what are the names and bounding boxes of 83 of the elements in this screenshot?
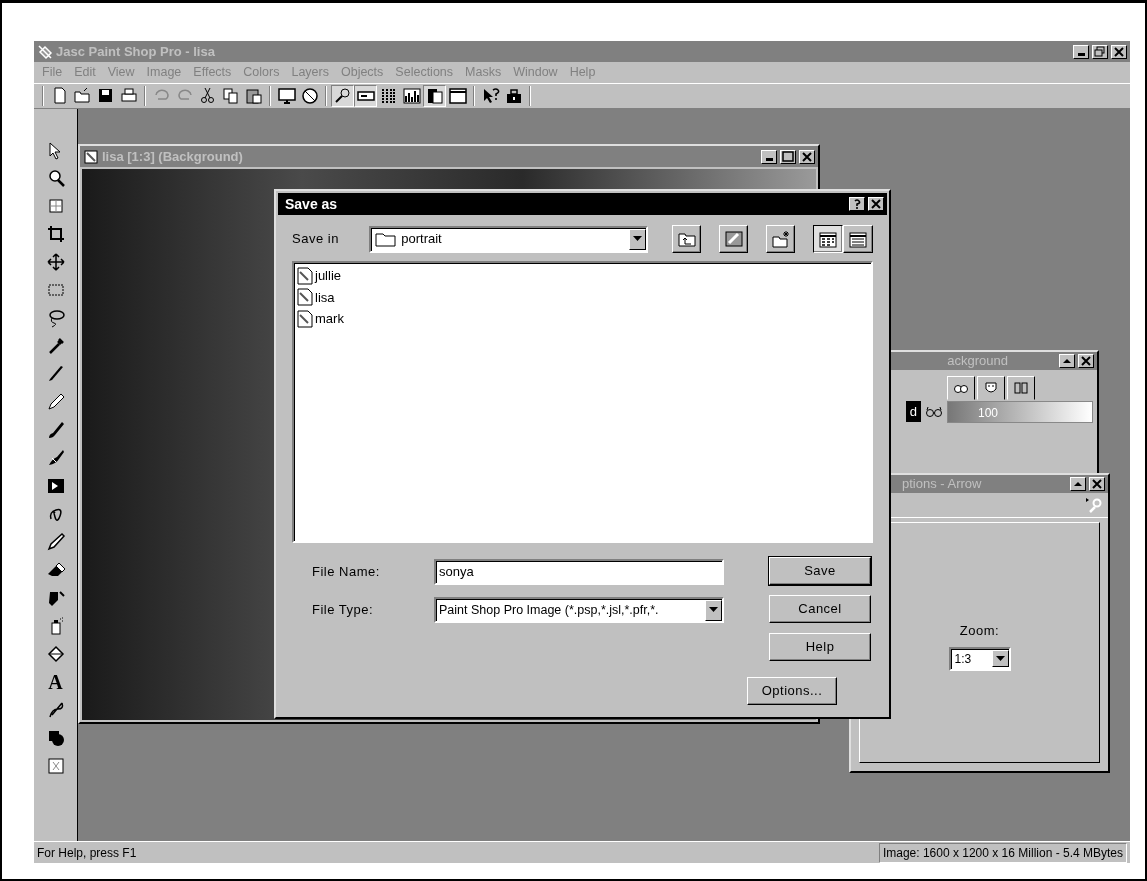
dialog-button[interactable]: Cancel — [769, 595, 871, 623]
folder-dropdown[interactable]: portrait — [369, 225, 649, 253]
details-view-icon — [848, 230, 868, 249]
window-title: Jasc Paint Shop Pro - lisa — [56, 42, 216, 61]
crop-icon[interactable] — [45, 224, 66, 244]
close-icon — [1112, 44, 1126, 59]
file-icon — [297, 266, 313, 285]
palette-tab[interactable] — [947, 376, 975, 400]
palette-title: ptions - Arrow — [901, 475, 983, 494]
histogram-icon — [401, 86, 422, 106]
file-name-field[interactable]: sonya — [434, 559, 724, 585]
open-folder-icon — [72, 86, 93, 106]
save-in-label: Save in — [292, 230, 340, 249]
restore-button[interactable] — [1092, 44, 1108, 59]
app-logo-icon — [37, 43, 53, 60]
palette-tab[interactable] — [977, 376, 1005, 400]
file-name[interactable]: mark — [315, 309, 344, 329]
list-view-icon — [818, 230, 838, 249]
minimize-icon — [1077, 53, 1085, 56]
file-type-dropdown[interactable]: Paint Shop Pro Image (*.psp,*.jsl,*.pfr,*. — [434, 597, 724, 623]
maximize-icon — [781, 149, 795, 164]
close-icon — [869, 197, 883, 211]
palette-tab[interactable] — [1007, 376, 1035, 400]
dialog-button[interactable]: Options... — [747, 677, 837, 705]
file-name[interactable]: jullie — [315, 266, 341, 286]
close-button[interactable] — [868, 197, 884, 211]
dropdown-arrow-icon — [995, 655, 1005, 662]
image-info-text: Image: 1600 x 1200 x 16 Million - 5.4 MBytes — [878, 842, 1127, 863]
palette-title: ackground — [946, 352, 1009, 371]
linked-boxes-icon — [1013, 380, 1029, 396]
file-icon — [297, 309, 313, 328]
minimize-icon — [765, 158, 773, 161]
view-toggle-button[interactable] — [813, 225, 843, 253]
roll-up-button[interactable] — [1070, 477, 1086, 491]
new-folder-icon — [770, 229, 791, 250]
toolbar-button[interactable] — [354, 85, 377, 107]
maximize-button[interactable] — [780, 149, 796, 164]
pencil-icon[interactable] — [45, 532, 66, 552]
framed-cursor-icon[interactable] — [45, 756, 66, 776]
image-file-icon — [83, 148, 99, 165]
restore-icon — [1093, 44, 1107, 59]
window-title: lisa [1:3] (Background) — [102, 147, 244, 166]
file-name[interactable]: lisa — [315, 287, 335, 307]
dialog-button[interactable]: Save — [769, 557, 871, 585]
minimize-button[interactable] — [761, 149, 777, 164]
zoom-dropdown[interactable]: 1:3 — [948, 646, 1011, 671]
clipboard-icon — [243, 86, 264, 106]
dropdown-arrow-icon — [709, 607, 718, 613]
paint-bucket-icon[interactable] — [45, 644, 66, 664]
toolbar-button[interactable] — [423, 85, 446, 107]
file-name-label: File Name: — [312, 563, 381, 582]
dialog-title: Save as — [284, 194, 339, 214]
zoom-label: Zoom: — [959, 622, 1000, 640]
folder-icon — [375, 231, 398, 247]
glasses-icon — [925, 404, 943, 419]
pen-icon[interactable] — [45, 392, 66, 412]
toolbar-button[interactable] — [400, 85, 423, 107]
roll-up-button[interactable] — [1059, 354, 1075, 368]
close-button[interactable] — [1111, 44, 1127, 59]
close-button[interactable] — [799, 149, 815, 164]
window-frame-icon — [447, 86, 468, 106]
close-button[interactable] — [1089, 477, 1105, 491]
copy-pages-icon — [220, 86, 241, 106]
help-button[interactable] — [849, 197, 865, 211]
close-icon — [1090, 477, 1104, 491]
toolbar-button[interactable] — [446, 85, 469, 107]
layer-name[interactable]: d — [905, 400, 921, 423]
status-text: For Help, press F1 — [37, 844, 137, 862]
file-type-label: File Type: — [312, 601, 375, 620]
dialog-button[interactable]: Help — [769, 633, 871, 661]
file-icon — [297, 288, 313, 307]
close-icon — [1079, 354, 1093, 368]
move-cross-icon[interactable] — [45, 252, 66, 272]
toolbar-button[interactable] — [275, 85, 298, 107]
circle-icon — [299, 86, 320, 106]
text-tool[interactable]: A — [44, 671, 67, 693]
toolbar-button[interactable] — [331, 85, 354, 107]
monitor-icon — [276, 86, 297, 106]
arrow-square-icon[interactable] — [45, 476, 66, 496]
dropdown-arrow-icon — [633, 236, 643, 242]
close-icon — [800, 149, 814, 164]
minimize-button[interactable] — [1073, 44, 1089, 59]
close-button[interactable] — [1078, 354, 1094, 368]
